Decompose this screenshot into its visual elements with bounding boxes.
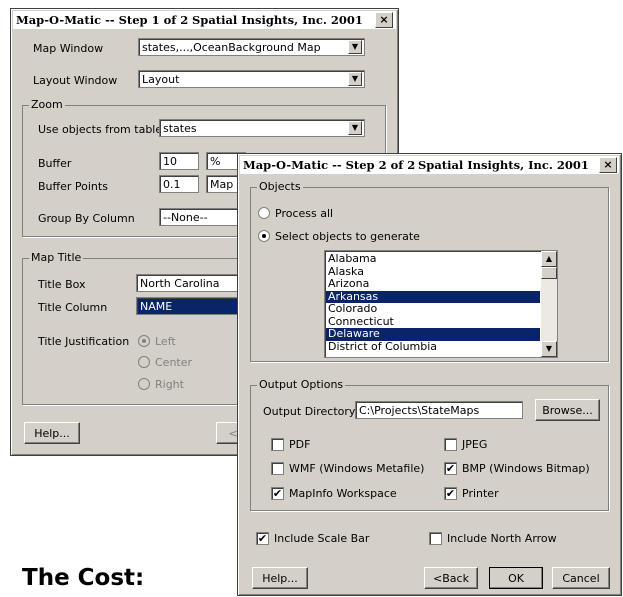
output-options-group-label: Output Options — [257, 378, 346, 391]
select-objects-radio[interactable] — [258, 230, 270, 242]
group-by-select[interactable]: --None-- — [159, 208, 244, 226]
justify-center-label: Center — [155, 356, 193, 369]
justify-left-label: Left — [155, 335, 176, 348]
use-objects-select[interactable]: states ▼ — [159, 119, 365, 137]
use-objects-label: Use objects from table — [38, 123, 163, 136]
list-item[interactable]: Alabama — [326, 252, 540, 266]
back-button[interactable]: <Back — [424, 567, 478, 589]
scale-bar-checkbox[interactable]: ✔ — [256, 532, 269, 545]
buffer-points-input[interactable]: 0.1 — [159, 175, 199, 193]
title-box-label: Title Box — [38, 278, 86, 291]
pdf-label: PDF — [289, 438, 311, 451]
workspace-label: MapInfo Workspace — [289, 487, 397, 500]
step2-dialog: Map-O-Matic -- Step 2 of 2 Spatial Insig… — [237, 153, 622, 596]
buffer-points-value: 0.1 — [163, 178, 181, 191]
states-list: Alabama Alaska Arizona Arkansas Colorado Conn… — [326, 252, 540, 354]
help-button[interactable]: Help... — [24, 422, 80, 444]
close-icon[interactable]: × — [599, 157, 617, 173]
jpeg-checkbox[interactable] — [444, 438, 457, 451]
justify-right-label: Right — [155, 378, 184, 391]
list-item[interactable]: Colorado — [326, 302, 540, 316]
help-button[interactable]: Help... — [252, 567, 308, 589]
north-arrow-label: Include North Arrow — [447, 532, 557, 545]
printer-checkbox[interactable]: ✔ — [444, 487, 457, 500]
ok-button[interactable]: OK — [489, 567, 543, 589]
scroll-up-icon[interactable]: ▲ — [541, 251, 557, 267]
buffer-unit-value: % — [210, 155, 221, 168]
justify-left-radio[interactable] — [138, 335, 150, 347]
map-window-label: Map Window — [33, 42, 104, 55]
workspace-checkbox[interactable]: ✔ — [271, 487, 284, 500]
output-directory-value: C:\Projects\StateMaps — [359, 404, 480, 417]
map-window-select[interactable]: states,...,OceanBackground Map ▼ — [138, 38, 365, 56]
justify-center-radio[interactable] — [138, 356, 150, 368]
title-box-input[interactable]: North Carolina — [136, 274, 241, 292]
group-by-label: Group By Column — [38, 212, 135, 225]
process-all-radio[interactable] — [258, 207, 270, 219]
output-directory-input[interactable]: C:\Projects\StateMaps — [355, 401, 523, 419]
map-title-group-label: Map Title — [29, 251, 84, 264]
close-icon[interactable]: × — [375, 12, 393, 28]
chevron-down-icon[interactable]: ▼ — [348, 72, 362, 86]
cost-caption: The Cost: — [22, 565, 145, 591]
bmp-label: BMP (Windows Bitmap) — [462, 462, 590, 475]
chevron-down-icon[interactable]: ▼ — [348, 40, 362, 54]
title-column-select[interactable]: NAME — [136, 297, 241, 315]
buffer-value: 10 — [163, 155, 177, 168]
bmp-checkbox[interactable]: ✔ — [444, 462, 457, 475]
step2-company: Spatial Insights, Inc. 2001 — [418, 158, 589, 172]
use-objects-value: states — [163, 122, 197, 135]
map-window-value: states,...,OceanBackground Map — [142, 41, 321, 54]
buffer-points-label: Buffer Points — [38, 180, 108, 193]
north-arrow-checkbox[interactable] — [429, 532, 442, 545]
buffer-input[interactable]: 10 — [159, 152, 199, 170]
scroll-thumb[interactable] — [541, 267, 557, 279]
cancel-button[interactable]: Cancel — [552, 567, 610, 589]
title-justification-label: Title Justification — [38, 335, 130, 348]
scroll-down-icon[interactable]: ▼ — [541, 341, 557, 357]
title-box-value: North Carolina — [140, 277, 220, 290]
layout-window-select[interactable]: Layout ▼ — [138, 70, 365, 88]
wmf-checkbox[interactable] — [271, 462, 284, 475]
jpeg-label: JPEG — [462, 438, 488, 451]
pdf-checkbox[interactable] — [271, 438, 284, 451]
layout-window-label: Layout Window — [33, 74, 118, 87]
list-item[interactable]: District of Columbia — [326, 340, 540, 354]
list-item[interactable]: Arizona — [326, 277, 540, 291]
browse-button[interactable]: Browse... — [535, 399, 600, 421]
zoom-group-label: Zoom — [29, 98, 65, 111]
output-directory-label: Output Directory — [263, 405, 356, 418]
states-scrollbar[interactable]: ▲ ▼ — [541, 251, 557, 357]
buffer-label: Buffer — [38, 157, 72, 170]
group-by-value: --None-- — [163, 211, 208, 224]
process-all-label: Process all — [275, 207, 334, 220]
chevron-down-icon[interactable]: ▼ — [348, 121, 362, 135]
step1-title: Map-O-Matic -- Step 1 of 2 — [16, 13, 189, 27]
wmf-label: WMF (Windows Metafile) — [289, 462, 425, 475]
title-column-value: NAME — [140, 300, 173, 313]
scale-bar-label: Include Scale Bar — [274, 532, 370, 545]
list-item[interactable]: Delaware — [326, 327, 540, 341]
objects-group-label: Objects — [257, 180, 303, 193]
states-listbox[interactable]: Alabama Alaska Arizona Arkansas Colorado Conn… — [324, 250, 558, 358]
step1-company: Spatial Insights, Inc. 2001 — [192, 13, 363, 27]
layout-window-value: Layout — [142, 73, 180, 86]
step2-titlebar[interactable]: Map-O-Matic -- Step 2 of 2 Spatial Insig… — [240, 156, 619, 174]
justify-right-radio[interactable] — [138, 378, 150, 390]
printer-label: Printer — [462, 487, 499, 500]
step2-title: Map-O-Matic -- Step 2 of 2 — [243, 158, 416, 172]
step1-titlebar[interactable]: Map-O-Matic -- Step 1 of 2 Spatial Insig… — [13, 11, 396, 29]
select-objects-label: Select objects to generate — [275, 230, 420, 243]
title-column-label: Title Column — [38, 301, 108, 314]
